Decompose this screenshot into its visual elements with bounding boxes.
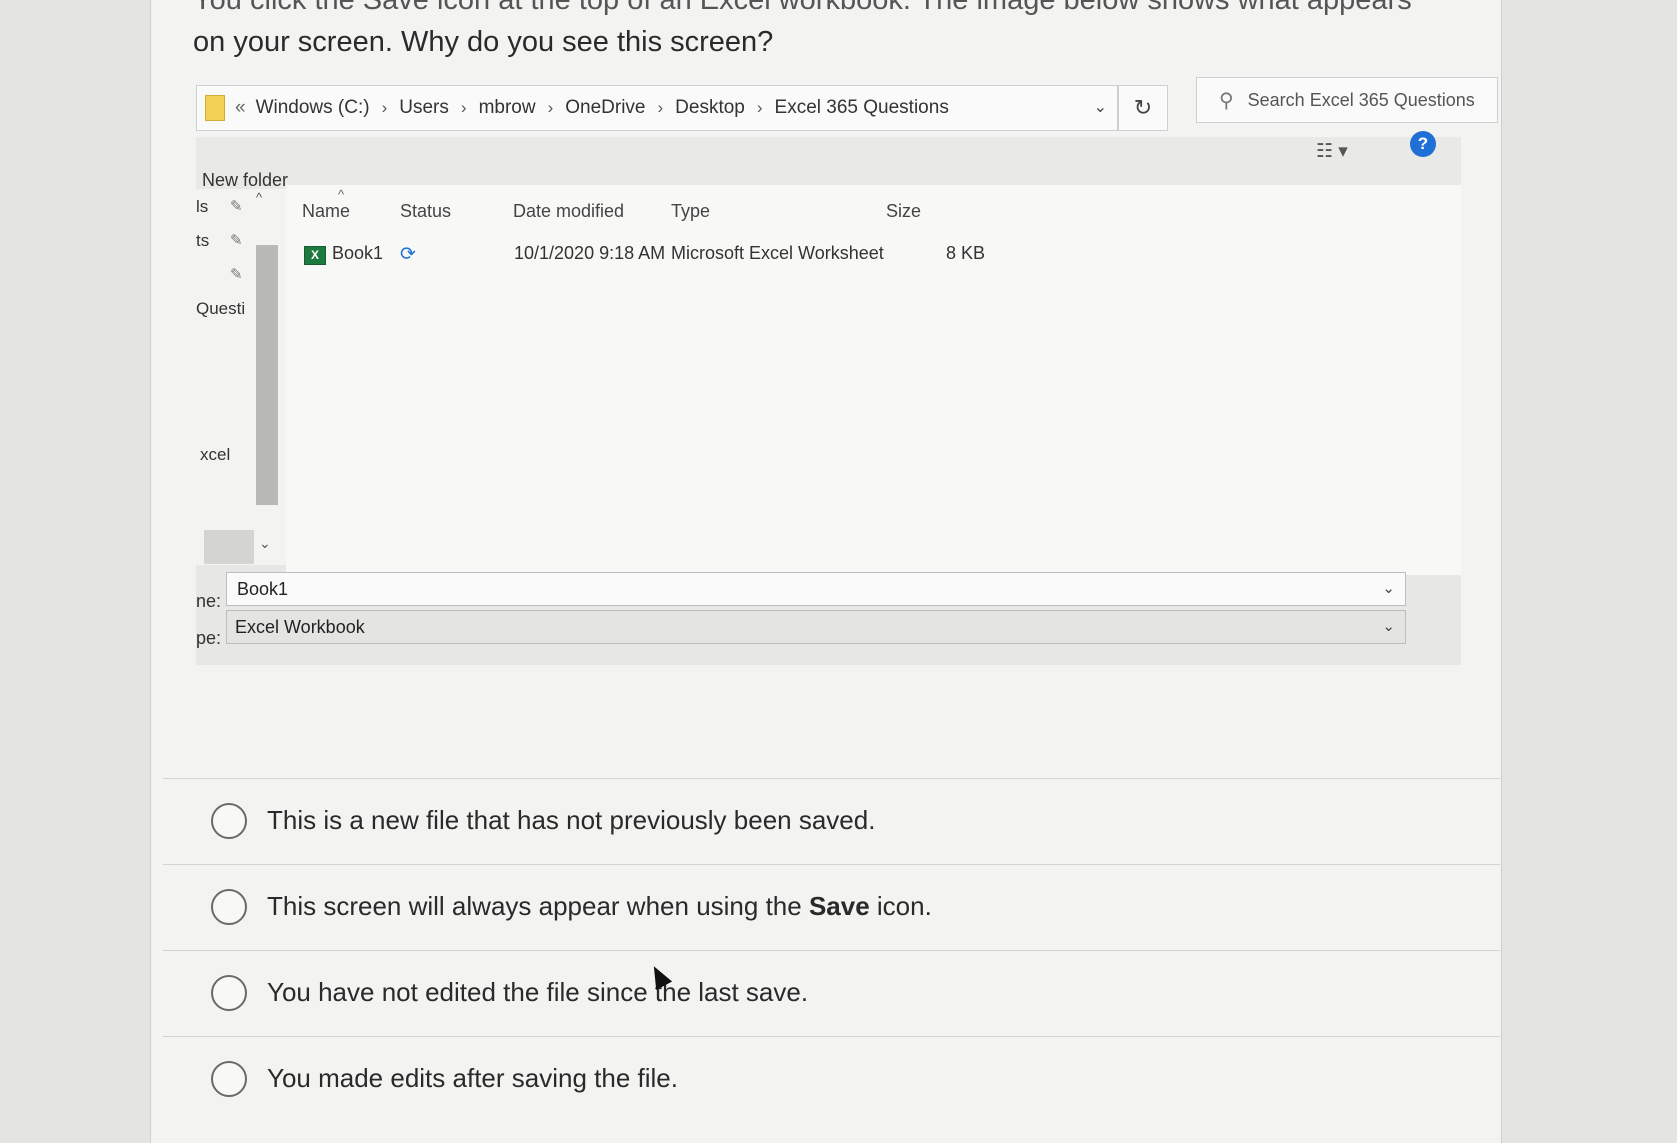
save-type-value: Excel Workbook xyxy=(235,616,365,637)
nav-scrollbar xyxy=(256,245,278,505)
sync-status-icon: ⟳ xyxy=(400,244,416,265)
nav-item-blank xyxy=(204,530,254,564)
file-size: 8 KB xyxy=(946,243,986,263)
nav-item: ts xyxy=(196,231,210,250)
save-as-dialog-screenshot: « Windows (C:) › Users › mbrow › OneDriv… xyxy=(196,75,1498,695)
answer-option-4[interactable]: You made edits after saving the file. xyxy=(163,1036,1500,1123)
file-date: 10/1/2020 9:18 AM xyxy=(514,243,666,263)
file-name-label: ne: xyxy=(196,591,222,611)
question-text: on your screen. Why do you see this scre… xyxy=(193,26,774,58)
radio-button[interactable] xyxy=(211,975,247,1011)
nav-item: xcel xyxy=(200,445,231,464)
refresh-icon: ↻ xyxy=(1118,85,1168,131)
nav-item: Questi xyxy=(196,299,246,318)
pin-icon: ✎ xyxy=(230,232,243,249)
column-header-date: Date modified xyxy=(513,201,625,221)
radio-button[interactable] xyxy=(211,803,247,839)
answer-text: This screen will always appear when usin… xyxy=(267,891,932,922)
save-type-field: Excel Workbook ⌄ xyxy=(226,610,1406,644)
file-name-field: Book1 ⌄ xyxy=(226,572,1406,606)
column-header-type: Type xyxy=(671,201,711,221)
answer-text: You made edits after saving the file. xyxy=(267,1063,678,1093)
answer-text-bold: Save xyxy=(808,891,870,921)
chevron-right-icon: › xyxy=(657,98,664,117)
breadcrumb-desktop: Desktop xyxy=(675,97,745,118)
file-name-value: Book1 xyxy=(237,578,289,599)
answer-text-part: icon. xyxy=(869,891,932,921)
pin-icon: ✎ xyxy=(230,266,243,283)
answer-text: You have not edited the file since the l… xyxy=(267,977,809,1007)
file-list: Name ^ Status Date modified Type Size XB… xyxy=(286,185,1461,575)
file-name: Book1 xyxy=(332,243,384,263)
dialog-toolbar xyxy=(196,137,1461,189)
column-header-size: Size xyxy=(886,201,922,221)
question-partial-line: You click the Save icon at the top of an… xyxy=(193,0,1412,16)
answer-text-part: This screen will always appear when usin… xyxy=(267,891,809,921)
chevron-down-icon: ⌄ xyxy=(1382,618,1395,635)
search-icon: ⚲ xyxy=(1219,89,1234,112)
chevron-down-icon: ⌄ xyxy=(259,535,271,551)
address-bar: « Windows (C:) › Users › mbrow › OneDriv… xyxy=(196,85,1118,131)
answer-option-1[interactable]: This is a new file that has not previous… xyxy=(163,778,1500,865)
breadcrumb-users: Users xyxy=(399,97,449,118)
chevron-down-icon: ⌄ xyxy=(1382,580,1395,597)
breadcrumb-excel-365-questions: Excel 365 Questions xyxy=(774,97,949,118)
breadcrumb-prefix: « xyxy=(235,97,246,118)
breadcrumb-windows: Windows (C:) xyxy=(255,97,370,118)
file-row: X Book1 ⟳ 10/1/2020 9:18 AM Microsoft Exc… xyxy=(286,233,1386,271)
excel-file-icon: X xyxy=(304,246,326,265)
chevron-down-icon: ⌄ xyxy=(1093,99,1107,116)
answer-option-2[interactable]: This screen will always appear when usin… xyxy=(163,864,1500,951)
column-header-name: Name xyxy=(302,201,351,221)
answer-option-3[interactable]: You have not edited the file since the l… xyxy=(163,950,1500,1037)
sort-caret-icon: ^ xyxy=(338,187,345,202)
folder-icon xyxy=(205,95,225,121)
file-type: Microsoft Excel Worksheet xyxy=(671,243,884,263)
chevron-right-icon: › xyxy=(460,98,467,117)
chevron-right-icon: › xyxy=(381,98,388,117)
radio-button[interactable] xyxy=(211,889,247,925)
help-icon: ? xyxy=(1410,131,1436,157)
chevron-up-icon: ^ xyxy=(256,190,263,205)
pin-icon: ✎ xyxy=(230,198,243,215)
file-name-cell: X Book1 xyxy=(304,243,383,265)
nav-item: ls xyxy=(196,197,209,216)
answer-text: This is a new file that has not previous… xyxy=(267,805,876,835)
save-type-label: pe: xyxy=(196,628,222,648)
radio-button[interactable] xyxy=(211,1061,247,1097)
breadcrumb-mbrow: mbrow xyxy=(478,97,536,118)
column-header-status: Status xyxy=(400,201,452,221)
view-options-icon: ☷ ▾ xyxy=(1316,141,1348,162)
chevron-right-icon: › xyxy=(756,98,763,117)
search-placeholder: Search Excel 365 Questions xyxy=(1247,89,1475,110)
chevron-right-icon: › xyxy=(547,98,554,117)
breadcrumb-onedrive: OneDrive xyxy=(565,97,646,118)
search-box: ⚲ Search Excel 365 Questions xyxy=(1196,77,1498,123)
